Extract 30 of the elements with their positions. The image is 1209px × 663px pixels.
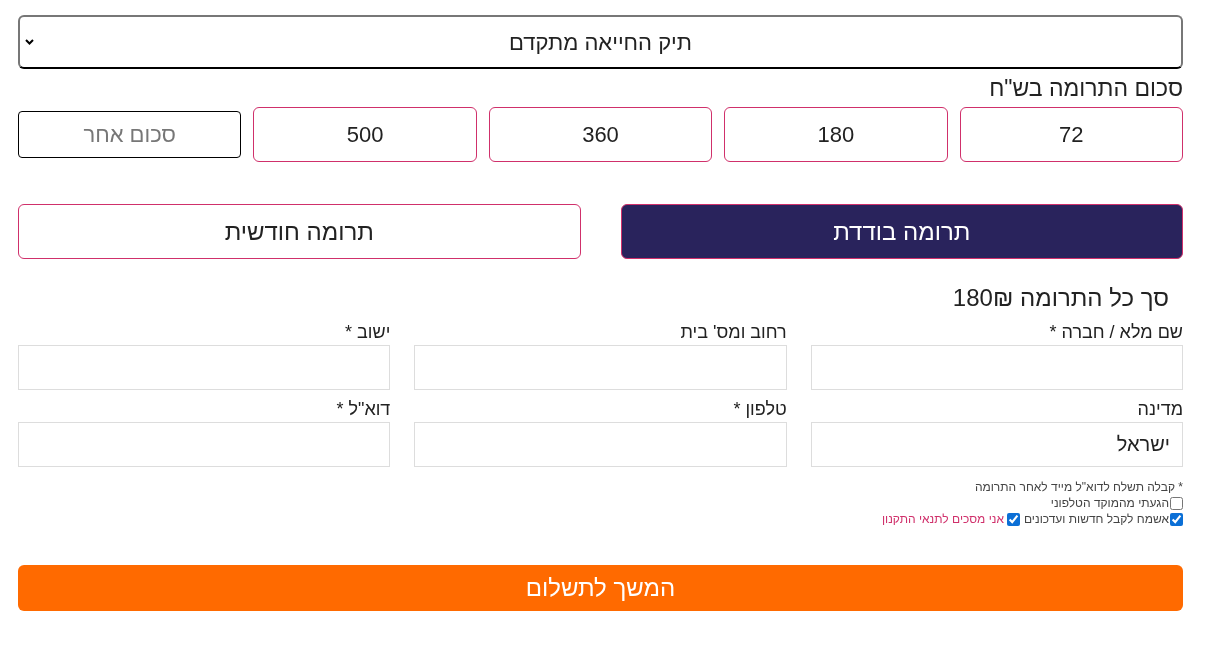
amount-button[interactable]: 72 — [959, 107, 1183, 162]
input-field[interactable] — [810, 345, 1183, 390]
caret-icon — [25, 39, 34, 45]
amount-button[interactable]: 500 — [253, 107, 477, 162]
checkbox-label: הגעתי מהמוקד הטלפוני — [1050, 495, 1169, 511]
field-label: דוא"ל * — [336, 398, 391, 421]
amount-button[interactable]: 360 — [488, 107, 713, 162]
total-amount: סך כל התרומה 180₪ — [952, 283, 1169, 313]
frequency-tab[interactable]: תרומה חודשית — [18, 204, 581, 259]
receipt-note: * קבלה תשלח לדוא"ל מייד לאחר התרומה — [974, 479, 1183, 495]
terms-link[interactable]: אני מסכים לתנאי התקנון — [881, 511, 1004, 527]
field-label: טלפון * — [733, 398, 787, 421]
other-amount-field[interactable]: סכום אחר — [18, 111, 242, 158]
field-label: רחוב ומס' בית — [680, 321, 787, 344]
fund-select[interactable]: תיק החייאה מתקדם — [18, 15, 1183, 69]
frequency-tab[interactable]: תרומה בודדת — [620, 204, 1183, 259]
input-field[interactable] — [414, 422, 787, 467]
input-field[interactable] — [414, 345, 787, 390]
field-label: מדינה — [1137, 398, 1183, 421]
amount-button[interactable]: 180 — [724, 107, 948, 162]
input-field[interactable]: ישראל — [810, 422, 1183, 467]
field-label: שם מלא / חברה * — [1049, 321, 1183, 344]
input-field[interactable] — [18, 345, 391, 390]
amount-heading: סכום התרומה בש"ח — [988, 74, 1183, 103]
checkbox-label: אשמח לקבל חדשות ועדכונים — [1023, 511, 1169, 527]
field-label: ישוב * — [345, 321, 391, 344]
checkbox[interactable] — [1006, 512, 1020, 526]
input-field[interactable] — [18, 422, 391, 467]
checkbox[interactable] — [1170, 512, 1183, 526]
checkbox[interactable] — [1170, 496, 1183, 510]
